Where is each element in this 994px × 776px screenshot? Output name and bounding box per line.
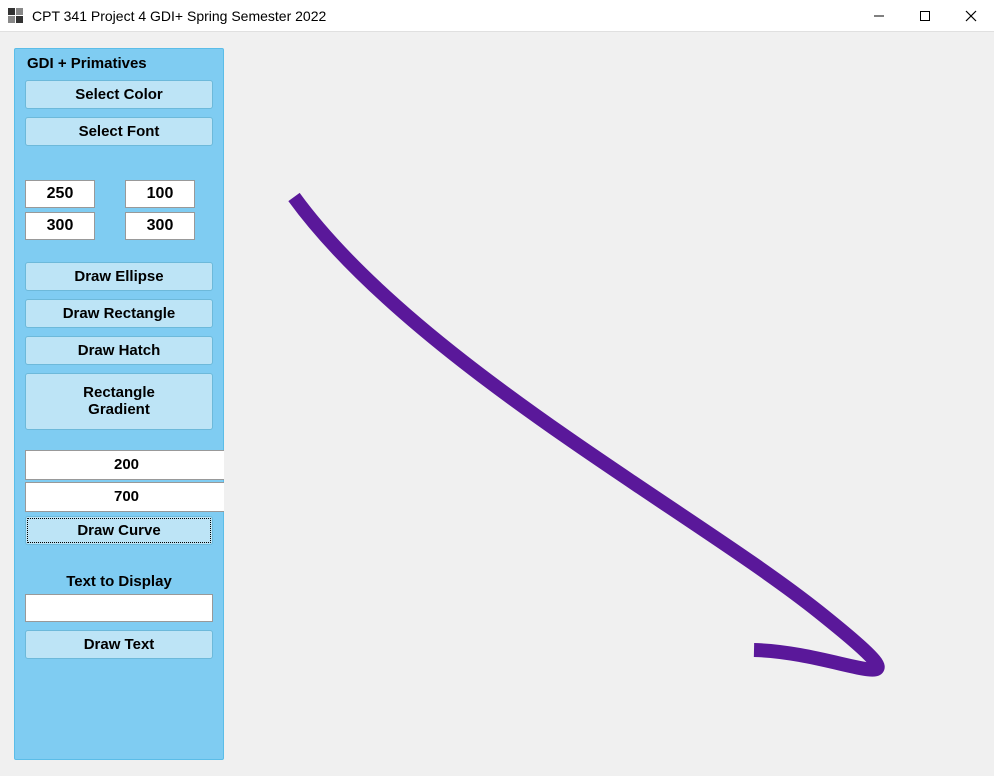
primitives-panel: GDI + Primatives Select Color Select Fon…: [14, 48, 224, 760]
draw-hatch-button[interactable]: Draw Hatch: [25, 336, 213, 365]
app-icon: [8, 8, 24, 24]
drawing-canvas: [224, 32, 994, 776]
curve-p1x-input[interactable]: [25, 450, 228, 480]
curve-points-grid: [25, 450, 213, 512]
curve-p3x-input[interactable]: [25, 482, 228, 512]
draw-curve-button[interactable]: Draw Curve: [25, 516, 213, 545]
select-font-button[interactable]: Select Font: [25, 117, 213, 146]
client-area: GDI + Primatives Select Color Select Fon…: [0, 32, 994, 776]
coord-x2-input[interactable]: [25, 212, 95, 240]
draw-text-button[interactable]: Draw Text: [25, 630, 213, 659]
select-color-button[interactable]: Select Color: [25, 80, 213, 109]
window-title: CPT 341 Project 4 GDI+ Spring Semester 2…: [32, 8, 856, 24]
text-to-display-input[interactable]: [25, 594, 213, 622]
minimize-button[interactable]: [856, 0, 902, 31]
rectangle-gradient-button[interactable]: Rectangle Gradient: [25, 373, 213, 430]
coord-x1-input[interactable]: [25, 180, 95, 208]
draw-rectangle-button[interactable]: Draw Rectangle: [25, 299, 213, 328]
draw-ellipse-button[interactable]: Draw Ellipse: [25, 262, 213, 291]
window-controls: [856, 0, 994, 31]
rectangle-gradient-label: Rectangle Gradient: [30, 384, 208, 419]
coord-row: [25, 180, 213, 240]
coord-y2-input[interactable]: [125, 212, 195, 240]
close-button[interactable]: [948, 0, 994, 31]
curve-drawing: [224, 32, 994, 776]
title-bar: CPT 341 Project 4 GDI+ Spring Semester 2…: [0, 0, 994, 32]
panel-title: GDI + Primatives: [25, 53, 213, 80]
text-to-display-label: Text to Display: [25, 573, 213, 590]
coord-y1-input[interactable]: [125, 180, 195, 208]
maximize-button[interactable]: [902, 0, 948, 31]
